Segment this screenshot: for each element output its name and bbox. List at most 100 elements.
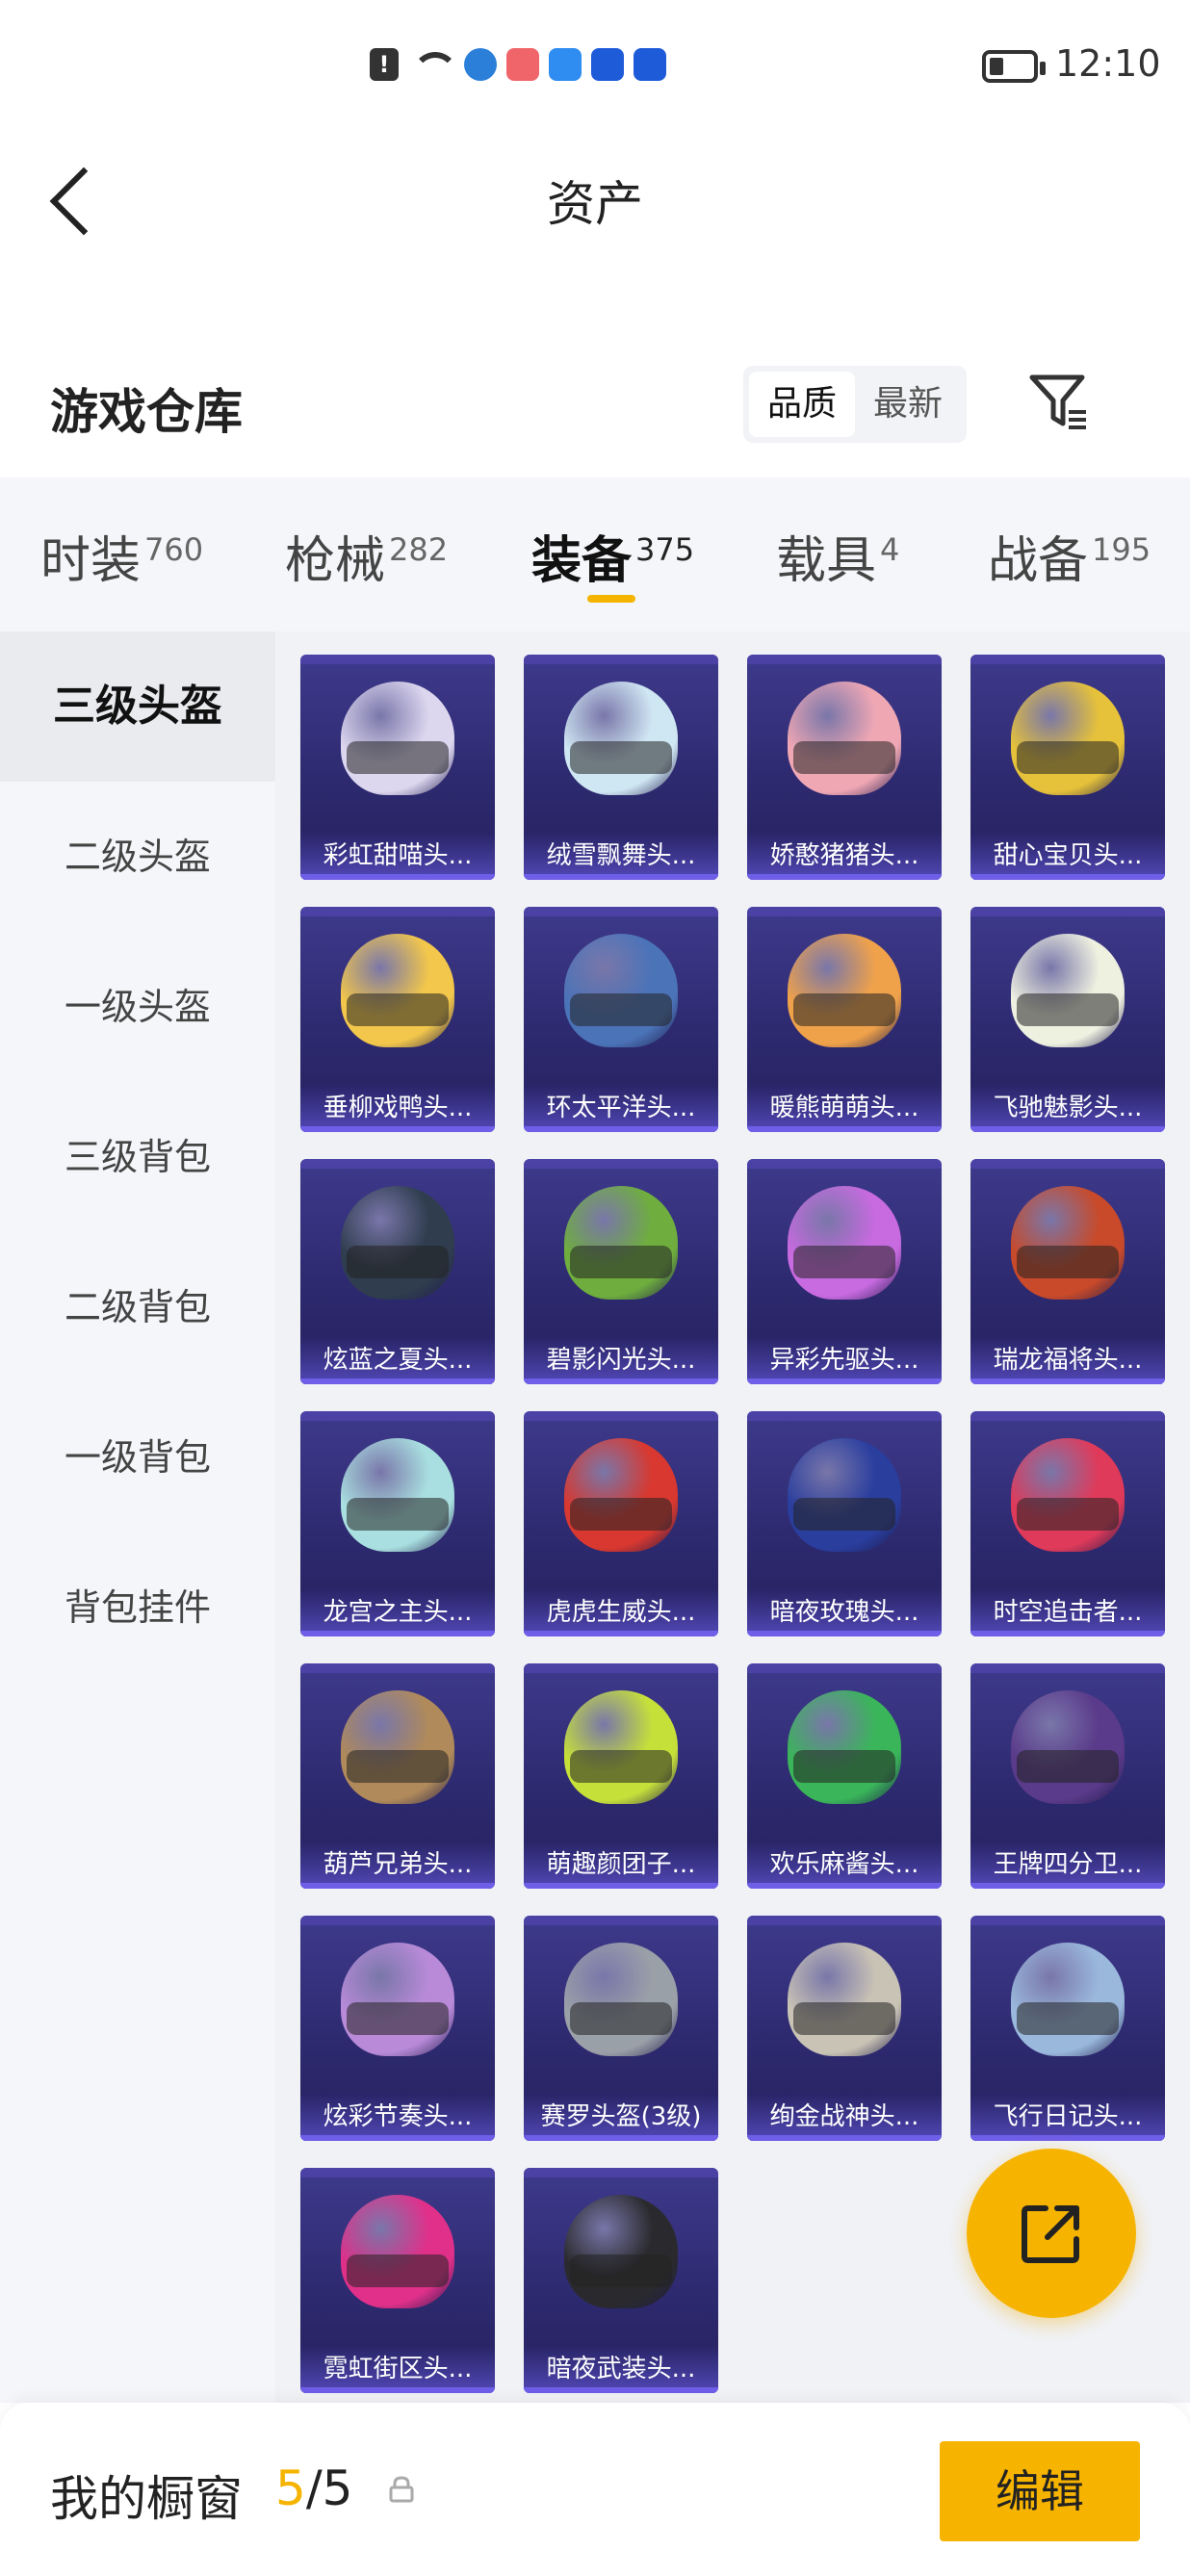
tab-count: 760 [144,530,204,568]
sort-toggle[interactable]: 品质 最新 [743,366,967,443]
helmet-icon [341,1690,454,1804]
app-icon [506,48,539,81]
item-rarity-bar [524,1126,718,1132]
filter-icon[interactable] [1026,370,1090,433]
showcase-total: 5 [322,2460,353,2516]
item-card[interactable]: 霓虹街区头... [300,2168,495,2393]
helmet-icon [788,682,901,795]
helmet-visor [793,993,895,1026]
tab-vehicles[interactable]: 载具 4 [776,520,899,592]
sidebar-item-backpack-charm[interactable]: 背包挂件 [0,1533,275,1683]
item-card[interactable]: 王牌四分卫... [970,1663,1165,1889]
item-card[interactable]: 虎虎生威头... [524,1411,718,1636]
sidebar-item-level1-backpack[interactable]: 一级背包 [0,1382,275,1533]
item-rarity-bar [300,874,495,880]
helmet-visor [793,1246,895,1278]
item-card[interactable]: 炫蓝之夏头... [300,1159,495,1384]
item-card[interactable]: 时空追击者... [970,1411,1165,1636]
lock-icon [389,2476,414,2503]
item-name: 暗夜武装头... [524,2345,718,2393]
item-rarity-bar [747,874,942,880]
item-card[interactable]: 碧影闪光头... [524,1159,718,1384]
share-button[interactable] [967,2149,1136,2318]
helmet-icon [788,1943,901,2056]
item-rarity-bar [747,1126,942,1132]
item-card[interactable]: 萌趣颜团子... [524,1663,718,1889]
sidebar-item-level2-backpack[interactable]: 二级背包 [0,1232,275,1382]
item-card[interactable]: 瑞龙福将头... [970,1159,1165,1384]
helmet-icon [564,1186,678,1300]
tab-label: 时装 [40,532,142,590]
helmet-icon [564,1438,678,1552]
item-rarity-bar [300,2135,495,2141]
helmet-visor [1017,1750,1119,1783]
tab-label: 装备 [531,532,633,590]
item-name: 环太平洋头... [524,1084,718,1132]
helmet-icon [341,2195,454,2308]
helmet-visor [793,1750,895,1783]
wifi-icon [408,48,458,81]
item-card[interactable]: 暗夜武装头... [524,2168,718,2393]
edit-button[interactable]: 编辑 [940,2441,1140,2541]
sort-option-quality[interactable]: 品质 [749,372,855,437]
tab-active-indicator [587,595,635,603]
helmet-visor [570,2254,672,2287]
item-rarity-bar [524,874,718,880]
item-card[interactable]: 炫彩节奏头... [300,1916,495,2141]
tab-fashion[interactable]: 时装 760 [40,520,203,592]
item-card[interactable]: 娇憨猪猪头... [747,655,942,880]
sidebar-item-level1-helmet[interactable]: 一级头盔 [0,932,275,1082]
helmet-icon [1011,1186,1125,1300]
sidebar-item-level3-helmet[interactable]: 三级头盔 [0,631,275,782]
tab-equipment[interactable]: 装备 375 [531,520,694,592]
item-card[interactable]: 赛罗头盔(3级) [524,1916,718,2141]
battery-icon [982,50,1046,83]
sidebar-item-level3-backpack[interactable]: 三级背包 [0,1082,275,1232]
item-rarity-bar [970,1883,1165,1889]
item-card[interactable]: 彩虹甜喵头... [300,655,495,880]
helmet-icon [1011,682,1125,795]
item-card[interactable]: 甜心宝贝头... [970,655,1165,880]
tab-weapons[interactable]: 枪械 282 [285,520,448,592]
item-card[interactable]: 龙宫之主头... [300,1411,495,1636]
share-icon [1022,2205,1079,2263]
item-name: 虎虎生威头... [524,1588,718,1636]
sort-option-newest[interactable]: 最新 [855,372,961,437]
helmet-icon [788,1690,901,1804]
item-rarity-bar [747,2135,942,2141]
item-name: 异彩先驱头... [747,1336,942,1384]
item-rarity-bar [300,1378,495,1384]
item-card[interactable]: 葫芦兄弟头... [300,1663,495,1889]
item-name: 时空追击者... [970,1588,1165,1636]
item-name: 娇憨猪猪头... [747,832,942,880]
tab-label: 战备 [988,532,1089,590]
item-card[interactable]: 飞驰魅影头... [970,907,1165,1132]
helmet-icon [564,1690,678,1804]
item-name: 甜心宝贝头... [970,832,1165,880]
item-card[interactable]: 垂柳戏鸭头... [300,907,495,1132]
clock: 12:10 [1055,42,1161,85]
item-rarity-bar [970,1378,1165,1384]
helmet-visor [1017,1498,1119,1531]
item-card[interactable]: 暗夜玫瑰头... [747,1411,942,1636]
item-card[interactable]: 环太平洋头... [524,907,718,1132]
showcase-separator: / [305,2460,323,2516]
helmet-visor [793,741,895,774]
item-card[interactable]: 绚金战神头... [747,1916,942,2141]
tab-supplies[interactable]: 战备 195 [988,520,1151,592]
item-card[interactable]: 欢乐麻酱头... [747,1663,942,1889]
helmet-visor [570,1498,672,1531]
helmet-visor [347,741,449,774]
item-card[interactable]: 飞行日记头... [970,1916,1165,2141]
sidebar-item-level2-helmet[interactable]: 二级头盔 [0,782,275,932]
item-card[interactable]: 绒雪飘舞头... [524,655,718,880]
showcase-label: 我的橱窗 [50,2471,243,2527]
sidebar: 三级头盔 二级头盔 一级头盔 三级背包 二级背包 一级背包 背包挂件 [0,631,275,2403]
item-card[interactable]: 异彩先驱头... [747,1159,942,1384]
helmet-visor [347,1498,449,1531]
helmet-icon [788,1186,901,1300]
item-card[interactable]: 暖熊萌萌头... [747,907,942,1132]
helmet-visor [347,1750,449,1783]
helmet-icon [341,1438,454,1552]
tab-label: 载具 [776,532,877,590]
